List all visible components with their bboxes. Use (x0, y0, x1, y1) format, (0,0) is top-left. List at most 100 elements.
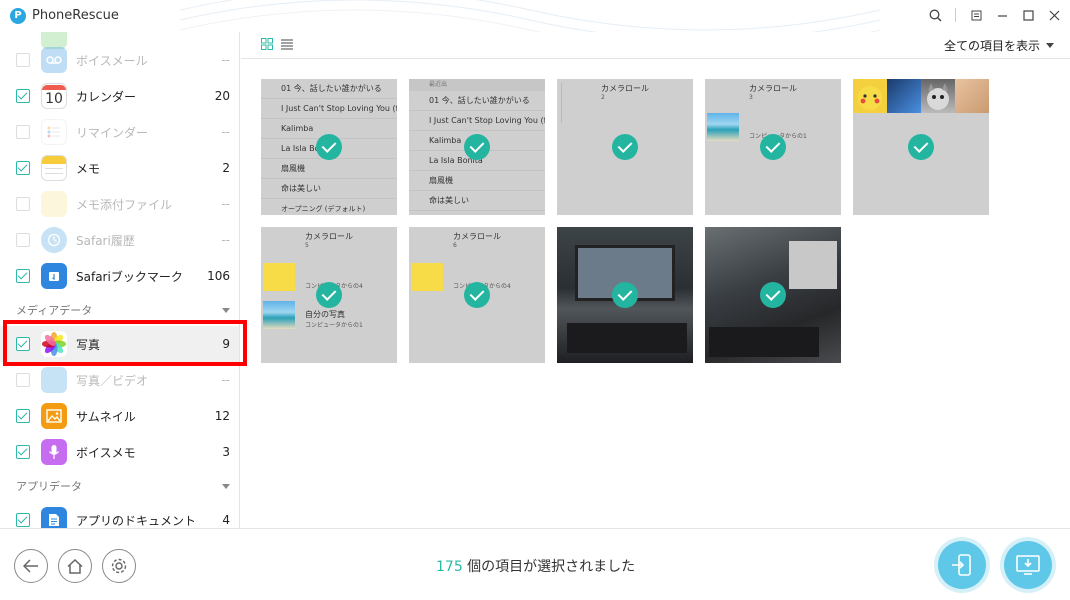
selection-status: 175 個の項目が選択されました (436, 556, 635, 576)
photo-thumbnail[interactable]: 01 今、話したい誰かがいる I Just Can't Stop Loving … (261, 79, 397, 215)
minimize-icon[interactable] (994, 6, 1010, 24)
sidebar-item-count: -- (221, 233, 230, 247)
checkbox[interactable] (16, 513, 30, 527)
sidebar-item-label: 写真／ビデオ (76, 373, 149, 388)
checkbox[interactable] (16, 197, 30, 211)
filter-dropdown[interactable]: 全ての項目を表示 (944, 37, 1054, 54)
sidebar-item-count: 12 (214, 409, 230, 423)
sidebar-item-photos[interactable]: 写真 9 (0, 326, 239, 362)
checkbox[interactable] (16, 409, 30, 423)
checkbox[interactable] (16, 337, 30, 351)
title-bar: P PhoneRescue (0, 0, 1070, 32)
photo-thumbnail[interactable] (557, 227, 693, 363)
pikachu-image (411, 263, 443, 291)
sidebar-item-calendar[interactable]: 10 カレンダー 20 (0, 78, 239, 114)
sidebar-item-note-attachments[interactable]: メモ添付ファイル -- (0, 186, 239, 222)
sidebar-item-count: 4 (222, 513, 230, 527)
selected-text: 個の項目が選択されました (462, 559, 636, 575)
settings-button[interactable] (102, 549, 136, 583)
section-header-media[interactable]: メディアデータ (0, 298, 239, 322)
screenshot-text: カメラロール (749, 84, 797, 93)
sidebar-item-reminders[interactable]: リマインダー -- (0, 114, 239, 150)
section-header-app[interactable]: アプリデータ (0, 474, 239, 498)
window-controls (927, 6, 1062, 24)
sidebar-item-label: サムネイル (76, 409, 136, 424)
list-view-icon[interactable] (281, 38, 293, 50)
to-device-icon (952, 554, 971, 576)
search-icon[interactable] (927, 6, 943, 24)
sidebar-item-voicemail[interactable]: ボイスメール -- (0, 42, 239, 78)
to-computer-icon (1016, 555, 1040, 575)
maximize-icon[interactable] (1020, 6, 1036, 24)
selected-count: 175 (436, 559, 463, 575)
sidebar-item-label: Safari履歴 (76, 233, 135, 248)
sidebar-item-photo-video[interactable]: 写真／ビデオ -- (0, 362, 239, 398)
back-arrow-icon (23, 559, 38, 573)
beach-photo-thumbnail (263, 301, 295, 329)
photo-thumbnail[interactable]: カメラロール 5 コンピュータからの4 自分の写真 コンピュータからの1 (261, 227, 397, 363)
photo-thumbnail[interactable]: カメラロール 2 (557, 79, 693, 215)
safari-history-icon (41, 227, 67, 253)
sidebar-item-app-documents[interactable]: アプリのドキュメント 4 (0, 502, 239, 528)
close-icon[interactable] (1046, 6, 1062, 24)
menu-icon[interactable] (968, 6, 984, 24)
anime-image (887, 79, 921, 113)
checkbox[interactable] (16, 89, 30, 103)
checkbox[interactable] (16, 269, 30, 283)
app-logo-icon: P (10, 8, 26, 24)
sidebar-item-safari-history[interactable]: Safari履歴 -- (0, 222, 239, 258)
home-button[interactable] (58, 549, 92, 583)
screenshot-text: カメラロール (601, 84, 649, 93)
sidebar-item-label: メモ添付ファイル (76, 197, 173, 212)
sidebar-item-thumbnails[interactable]: サムネイル 12 (0, 398, 239, 434)
photo-thumbnail[interactable]: 最近出 01 今、話したい誰かがいる I Just Can't Stop Lov… (409, 79, 545, 215)
sidebar-item-label: 写真 (76, 337, 101, 352)
cat-image (955, 79, 989, 113)
screenshot-text: 01 今、話したい誰かがいる (261, 79, 397, 99)
sidebar-item-count: 3 (222, 445, 230, 459)
recover-to-computer-button[interactable] (1004, 541, 1052, 589)
chevron-down-icon[interactable] (222, 307, 230, 313)
photo-thumbnail[interactable]: カメラロール 3 コンピュータからの1 (705, 79, 841, 215)
checkmark-icon (316, 282, 342, 308)
screenshot-text: 命は美しい (409, 191, 545, 211)
sidebar-item-safari-bookmarks[interactable]: Safariブックマーク 106 (0, 258, 239, 294)
sidebar-item-label: Safariブックマーク (76, 269, 183, 284)
section-label: メディアデータ (16, 304, 93, 317)
screenshot-text: 自分の写真 (305, 310, 345, 319)
checkbox[interactable] (16, 373, 30, 387)
filter-label: 全ての項目を表示 (943, 39, 1040, 53)
checkbox[interactable] (16, 53, 30, 67)
sidebar-item-count: -- (221, 53, 230, 67)
checkbox[interactable] (16, 445, 30, 459)
back-button[interactable] (14, 549, 48, 583)
thumbnail-icon (41, 403, 67, 429)
safari-bookmark-icon (41, 263, 67, 289)
grid-view-icon[interactable] (261, 38, 273, 50)
chevron-down-icon[interactable] (222, 483, 230, 489)
category-sidebar[interactable]: ボイスメール -- 10 カレンダー 20 リマインダー -- メモ 2 メモ添… (0, 32, 240, 528)
photo-thumbnail[interactable]: カメラロール 6 コンピュータからの4 (409, 227, 545, 363)
screenshot-text: カメラロール (305, 232, 353, 241)
checkmark-icon (464, 282, 490, 308)
recover-to-device-button[interactable] (938, 541, 986, 589)
voice-memo-icon (41, 439, 67, 465)
sidebar-item-count: 20 (214, 89, 230, 103)
pikachu-image (853, 79, 887, 113)
keyboard-image (709, 327, 819, 357)
app-title: PhoneRescue (32, 8, 119, 23)
checkbox[interactable] (16, 125, 30, 139)
checkmark-icon (760, 134, 786, 160)
photo-thumbnail[interactable] (705, 227, 841, 363)
sidebar-item-count: 106 (207, 269, 230, 283)
checkbox[interactable] (16, 161, 30, 175)
checkmark-icon (760, 282, 786, 308)
sidebar-item-voice-memos[interactable]: ボイスメモ 3 (0, 434, 239, 470)
sidebar-item-label: アプリのドキュメント (76, 513, 197, 528)
screenshot-text: オープニング (デフォルト) (261, 199, 397, 215)
photo-thumbnail[interactable] (853, 79, 989, 215)
home-icon (67, 558, 83, 574)
checkbox[interactable] (16, 233, 30, 247)
voicemail-icon (41, 47, 67, 73)
sidebar-item-notes[interactable]: メモ 2 (0, 150, 239, 186)
